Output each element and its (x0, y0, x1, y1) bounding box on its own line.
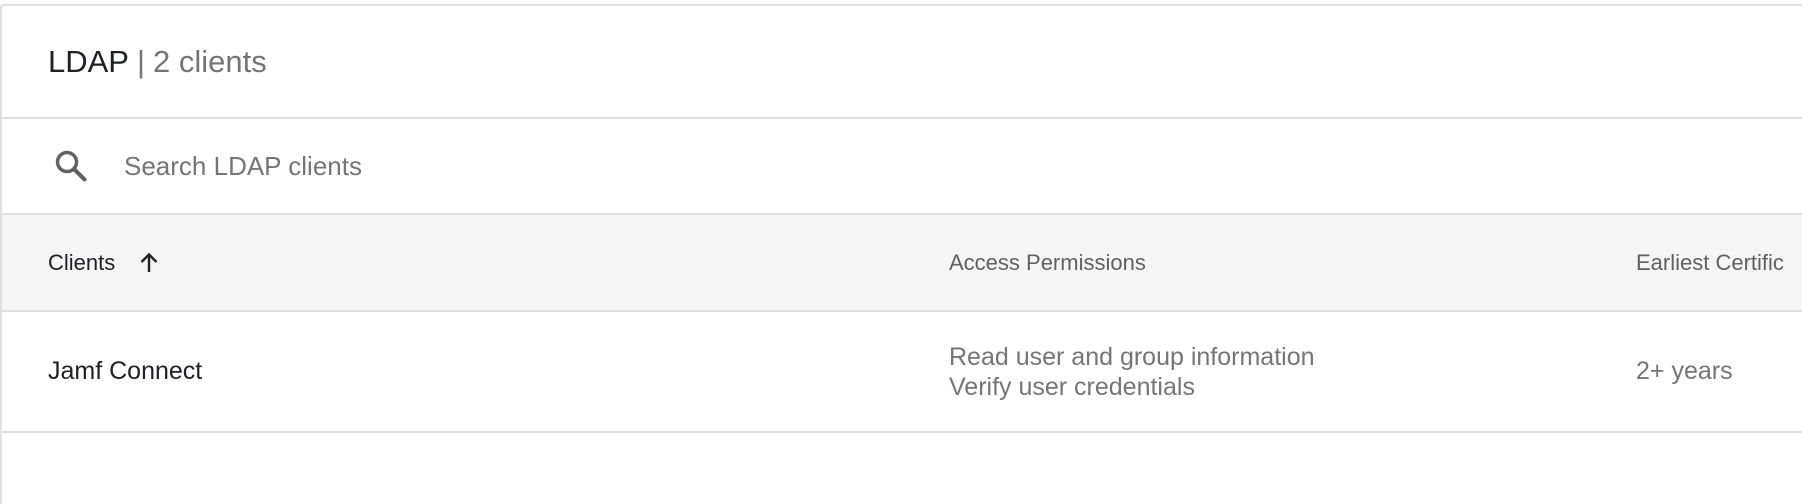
column-header-clients[interactable]: Clients (48, 215, 161, 310)
column-label-access-permissions: Access Permissions (949, 249, 1146, 275)
permission-item: Read user and group information (949, 342, 1315, 371)
permission-item: Verify user credentials (949, 372, 1195, 401)
search-bar (2, 119, 1802, 215)
search-icon[interactable] (52, 147, 90, 185)
column-header-access-permissions[interactable]: Access Permissions (949, 215, 1146, 310)
card-header: LDAP | 2 clients (2, 6, 1802, 119)
table-row[interactable]: Jamf Connect Read user and group informa… (2, 312, 1802, 433)
client-name-cell[interactable]: Jamf Connect (48, 312, 202, 431)
page-title: LDAP (48, 43, 129, 79)
column-label-clients: Clients (48, 249, 116, 275)
column-label-earliest-certificate: Earliest Certific (1636, 249, 1784, 275)
title-separator: | (136, 43, 146, 79)
certificate-expiry-cell: 2+ years (1636, 357, 1733, 385)
arrow-up-icon[interactable] (137, 251, 161, 275)
column-header-earliest-certificate[interactable]: Earliest Certific (1636, 215, 1784, 310)
client-count: 2 clients (153, 43, 267, 79)
ldap-clients-card: LDAP | 2 clients Clients Access Permissi… (0, 4, 1802, 504)
search-input[interactable] (122, 149, 1326, 183)
table-header: Clients Access Permissions Earliest Cert… (2, 215, 1802, 312)
access-permissions-cell: Read user and group information Verify u… (949, 312, 1315, 431)
